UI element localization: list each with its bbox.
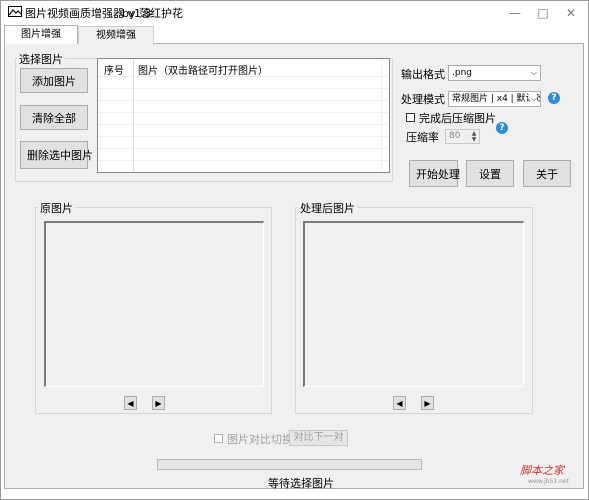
delete-selected-button[interactable]: 删除选中图片	[20, 141, 93, 169]
arrow-right-icon: ▶	[424, 399, 431, 408]
image-file-list[interactable]: 序号 图片（双击路径可打开图片）	[97, 58, 390, 173]
arrow-right-icon: ▶	[155, 399, 162, 408]
processed-image-group-label: 处理后图片	[298, 200, 357, 216]
minimize-button[interactable]: —	[501, 2, 529, 24]
original-next-button[interactable]: ▶	[152, 396, 165, 410]
output-format-select[interactable]: .png ⌵	[448, 65, 541, 81]
arrow-left-icon: ◀	[127, 399, 134, 408]
list-grid-line	[98, 100, 389, 101]
process-mode-value: 常规图片 | x4 | 默认效果	[452, 94, 540, 104]
original-prev-button[interactable]: ◀	[124, 396, 137, 410]
chevron-down-icon: ⌵	[530, 68, 537, 77]
process-mode-select[interactable]: 常规图片 | x4 | 默认效果 ⌵	[448, 91, 541, 107]
clear-all-button[interactable]: 清除全部	[20, 105, 88, 130]
close-button[interactable]: ✕	[557, 2, 585, 24]
list-grid-line	[98, 112, 389, 113]
compare-toggle-checkbox[interactable]	[214, 434, 223, 443]
processed-prev-button[interactable]: ◀	[393, 396, 406, 410]
help-icon[interactable]: ?	[496, 122, 508, 134]
stepper-arrows-icon[interactable]: ▲ ▼	[470, 131, 478, 143]
help-icon[interactable]: ?	[548, 92, 560, 104]
compare-toggle-label[interactable]: 图片对比切换	[227, 431, 293, 447]
tab-image-enhance[interactable]: 图片增强	[4, 25, 78, 44]
original-image-group-label: 原图片	[38, 200, 75, 216]
watermark-url: www.jb51.net	[528, 478, 569, 485]
status-text: 等待选择图片	[268, 477, 334, 490]
compress-ratio-value: 80	[449, 131, 461, 141]
processed-next-button[interactable]: ▶	[421, 396, 434, 410]
column-header-path[interactable]: 图片（双击路径可打开图片）	[138, 62, 268, 77]
start-process-button[interactable]: 开始处理	[409, 160, 460, 187]
settings-button[interactable]: 设置	[466, 160, 514, 187]
compress-ratio-stepper[interactable]: 80 ▲ ▼	[445, 129, 480, 144]
output-format-label: 输出格式	[401, 68, 445, 81]
select-images-group-label: 选择图片	[17, 51, 65, 67]
list-grid-line	[98, 148, 389, 149]
compress-after-checkbox[interactable]	[406, 113, 415, 122]
original-image-view[interactable]	[44, 221, 264, 387]
list-grid-line	[98, 76, 389, 77]
maximize-button[interactable]: □	[529, 2, 557, 24]
output-format-value: .png	[452, 68, 472, 78]
add-images-button[interactable]: 添加图片	[20, 68, 88, 93]
compare-next-pair-button[interactable]: 对比下一对	[289, 430, 348, 446]
list-grid-line	[98, 160, 389, 161]
process-mode-label: 处理模式	[401, 93, 445, 106]
compress-after-label[interactable]: 完成后压缩图片	[419, 110, 496, 126]
arrow-left-icon: ◀	[396, 399, 403, 408]
processed-image-view[interactable]	[303, 221, 524, 387]
progress-bar	[157, 459, 422, 470]
list-grid-line	[98, 88, 389, 89]
app-icon	[8, 6, 22, 17]
title-bar: 图片视频画质增强器 v1.3 by 落红护花 — □ ✕	[1, 1, 588, 25]
tab-video-enhance[interactable]: 视频增强	[78, 26, 154, 45]
list-grid-line	[98, 136, 389, 137]
about-button[interactable]: 关于	[523, 160, 571, 187]
column-header-index[interactable]: 序号	[104, 62, 124, 77]
window-author: by 落红护花	[122, 7, 183, 20]
watermark-logo: 脚本之家	[520, 464, 564, 477]
list-grid-line	[98, 124, 389, 125]
compress-ratio-label: 压缩率	[406, 131, 439, 144]
chevron-down-icon: ⌵	[529, 92, 537, 106]
